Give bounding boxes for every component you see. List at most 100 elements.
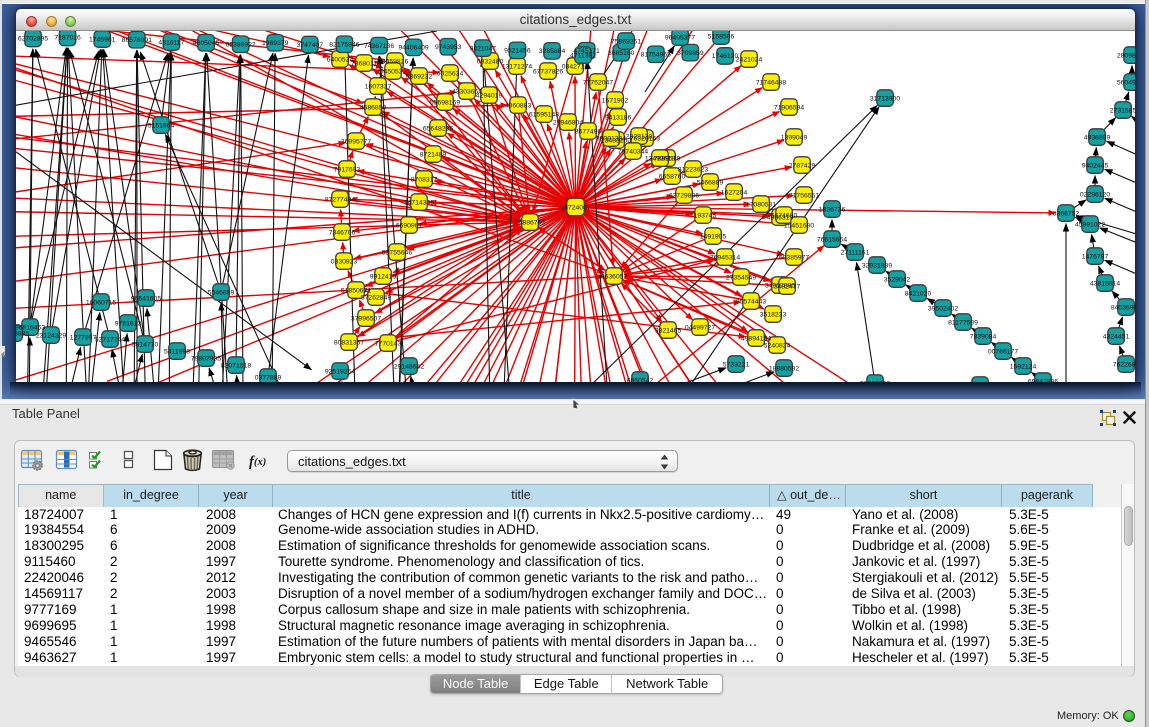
svg-text:86578091: 86578091 [122, 37, 152, 44]
svg-text:1277997: 1277997 [70, 334, 97, 341]
svg-text:2421024: 2421024 [736, 56, 763, 63]
svg-text:80831367: 80831367 [334, 339, 364, 346]
svg-text:3518233: 3518233 [760, 311, 787, 318]
svg-text:6400524: 6400524 [327, 56, 354, 63]
svg-text:7770143: 7770143 [375, 340, 402, 347]
svg-text:7346706: 7346706 [329, 229, 356, 236]
svg-text:1671902: 1671902 [602, 97, 629, 104]
svg-text:34714345: 34714345 [404, 199, 434, 206]
svg-text:71756551: 71756551 [789, 192, 819, 199]
svg-text:1476797: 1476797 [1082, 253, 1109, 260]
svg-text:9743953: 9743953 [435, 44, 462, 51]
svg-text:6690967: 6690967 [396, 222, 423, 229]
svg-text:23124329: 23124329 [36, 332, 66, 339]
svg-text:5733221: 5733221 [723, 361, 750, 368]
svg-text:4324451: 4324451 [1103, 333, 1130, 340]
svg-text:75869261: 75869261 [611, 38, 641, 45]
svg-text:0842710: 0842710 [562, 63, 589, 70]
svg-text:8708317: 8708317 [411, 176, 438, 183]
svg-text:7622683: 7622683 [1113, 361, 1135, 368]
svg-text:4586850: 4586850 [360, 104, 387, 111]
svg-text:2787429: 2787429 [789, 162, 816, 169]
svg-text:4060883: 4060883 [505, 102, 532, 109]
svg-text:76615654: 76615654 [817, 236, 847, 243]
svg-text:28098851: 28098851 [1117, 52, 1135, 59]
svg-text:60385977: 60385977 [779, 254, 809, 261]
svg-text:82175946: 82175946 [329, 42, 359, 49]
svg-text:15451680: 15451680 [784, 222, 814, 229]
svg-text:13493618: 13493618 [645, 155, 675, 162]
svg-text:3747407: 3747407 [297, 42, 324, 49]
svg-text:96405377: 96405377 [665, 34, 695, 41]
svg-text:5158506: 5158506 [708, 33, 735, 40]
svg-text:(x): (x) [254, 457, 266, 468]
svg-text:02296120: 02296120 [1080, 191, 1110, 198]
svg-text:04499727: 04499727 [685, 324, 715, 331]
svg-text:3709859: 3709859 [677, 50, 704, 57]
svg-text:1745961: 1745961 [89, 36, 116, 43]
svg-text:85574443: 85574443 [736, 298, 766, 305]
svg-text:65648236: 65648236 [423, 125, 453, 132]
svg-text:8366752: 8366752 [1053, 210, 1080, 217]
svg-text:5674680: 5674680 [771, 212, 798, 219]
svg-text:5814770: 5814770 [132, 341, 159, 348]
svg-text:84036900: 84036900 [1111, 304, 1135, 311]
svg-text:9402445: 9402445 [1082, 162, 1109, 169]
svg-text:76945314: 76945314 [710, 254, 740, 261]
svg-text:18880592: 18880592 [769, 365, 799, 372]
svg-text:9751613: 9751613 [115, 320, 142, 327]
svg-text:1491905: 1491905 [700, 233, 727, 240]
svg-text:18724007: 18724007 [560, 204, 590, 211]
svg-text:87277434: 87277434 [325, 196, 355, 203]
svg-text:96641605: 96641605 [131, 295, 161, 302]
svg-text:9636057: 9636057 [601, 273, 628, 280]
svg-text:74367136: 74367136 [364, 43, 394, 50]
svg-text:3529042: 3529042 [884, 276, 911, 283]
svg-text:61595148: 61595148 [529, 111, 559, 118]
svg-text:0377889: 0377889 [255, 374, 282, 381]
svg-text:0330923: 0330923 [331, 258, 358, 265]
svg-text:9421047: 9421047 [470, 45, 497, 52]
svg-text:37996507: 37996507 [351, 315, 381, 322]
svg-text:4294019: 4294019 [476, 92, 503, 99]
svg-text:5151864: 5151864 [148, 122, 175, 129]
svg-text:62702895: 62702895 [18, 36, 48, 43]
svg-text:7839084: 7839084 [970, 333, 997, 340]
svg-text:3685160: 3685160 [608, 50, 635, 57]
svg-text:92519254: 92519254 [325, 368, 355, 375]
svg-text:57262849: 57262849 [361, 294, 391, 301]
svg-text:36995777: 36995777 [341, 138, 371, 145]
svg-text:51850671: 51850671 [341, 287, 371, 294]
svg-text:81223623: 81223623 [678, 166, 708, 173]
svg-text:8721489: 8721489 [420, 151, 447, 158]
svg-text:7187026: 7187026 [54, 35, 81, 42]
svg-text:1592124: 1592124 [1010, 363, 1037, 370]
svg-text:1836736: 1836736 [819, 206, 846, 213]
svg-text:27354549: 27354549 [726, 274, 756, 281]
svg-text:55886753: 55886753 [515, 219, 545, 226]
svg-text:7193745: 7193745 [690, 212, 717, 219]
svg-text:2731585: 2731585 [1110, 107, 1135, 114]
svg-text:4936899: 4936899 [1084, 134, 1111, 141]
svg-text:43815614: 43815614 [1090, 280, 1120, 287]
svg-text:56049451: 56049451 [1117, 79, 1135, 86]
svg-text:31713900: 31713900 [870, 95, 900, 102]
svg-text:4005045: 4005045 [193, 40, 220, 47]
svg-text:99091334: 99091334 [596, 135, 626, 142]
svg-text:5869232: 5869232 [406, 73, 433, 80]
svg-text:1627204: 1627204 [721, 189, 748, 196]
svg-text:67737826: 67737826 [533, 68, 563, 75]
svg-text:1746120: 1746120 [712, 53, 739, 60]
svg-text:5546659: 5546659 [208, 289, 235, 296]
svg-text:9821465: 9821465 [655, 327, 682, 334]
svg-text:7868011: 7868011 [351, 60, 377, 67]
svg-text:32931839: 32931839 [862, 262, 892, 269]
svg-text:45991022: 45991022 [1075, 221, 1105, 228]
svg-text:6658760: 6658760 [659, 173, 686, 180]
svg-text:0450533: 0450533 [380, 68, 407, 75]
svg-text:21818835: 21818835 [16, 330, 29, 337]
svg-text:4316117: 4316117 [158, 39, 184, 46]
svg-text:62729806: 62729806 [669, 192, 699, 199]
svg-text:13171274: 13171274 [502, 63, 532, 70]
svg-text:62386922: 62386922 [225, 42, 255, 49]
